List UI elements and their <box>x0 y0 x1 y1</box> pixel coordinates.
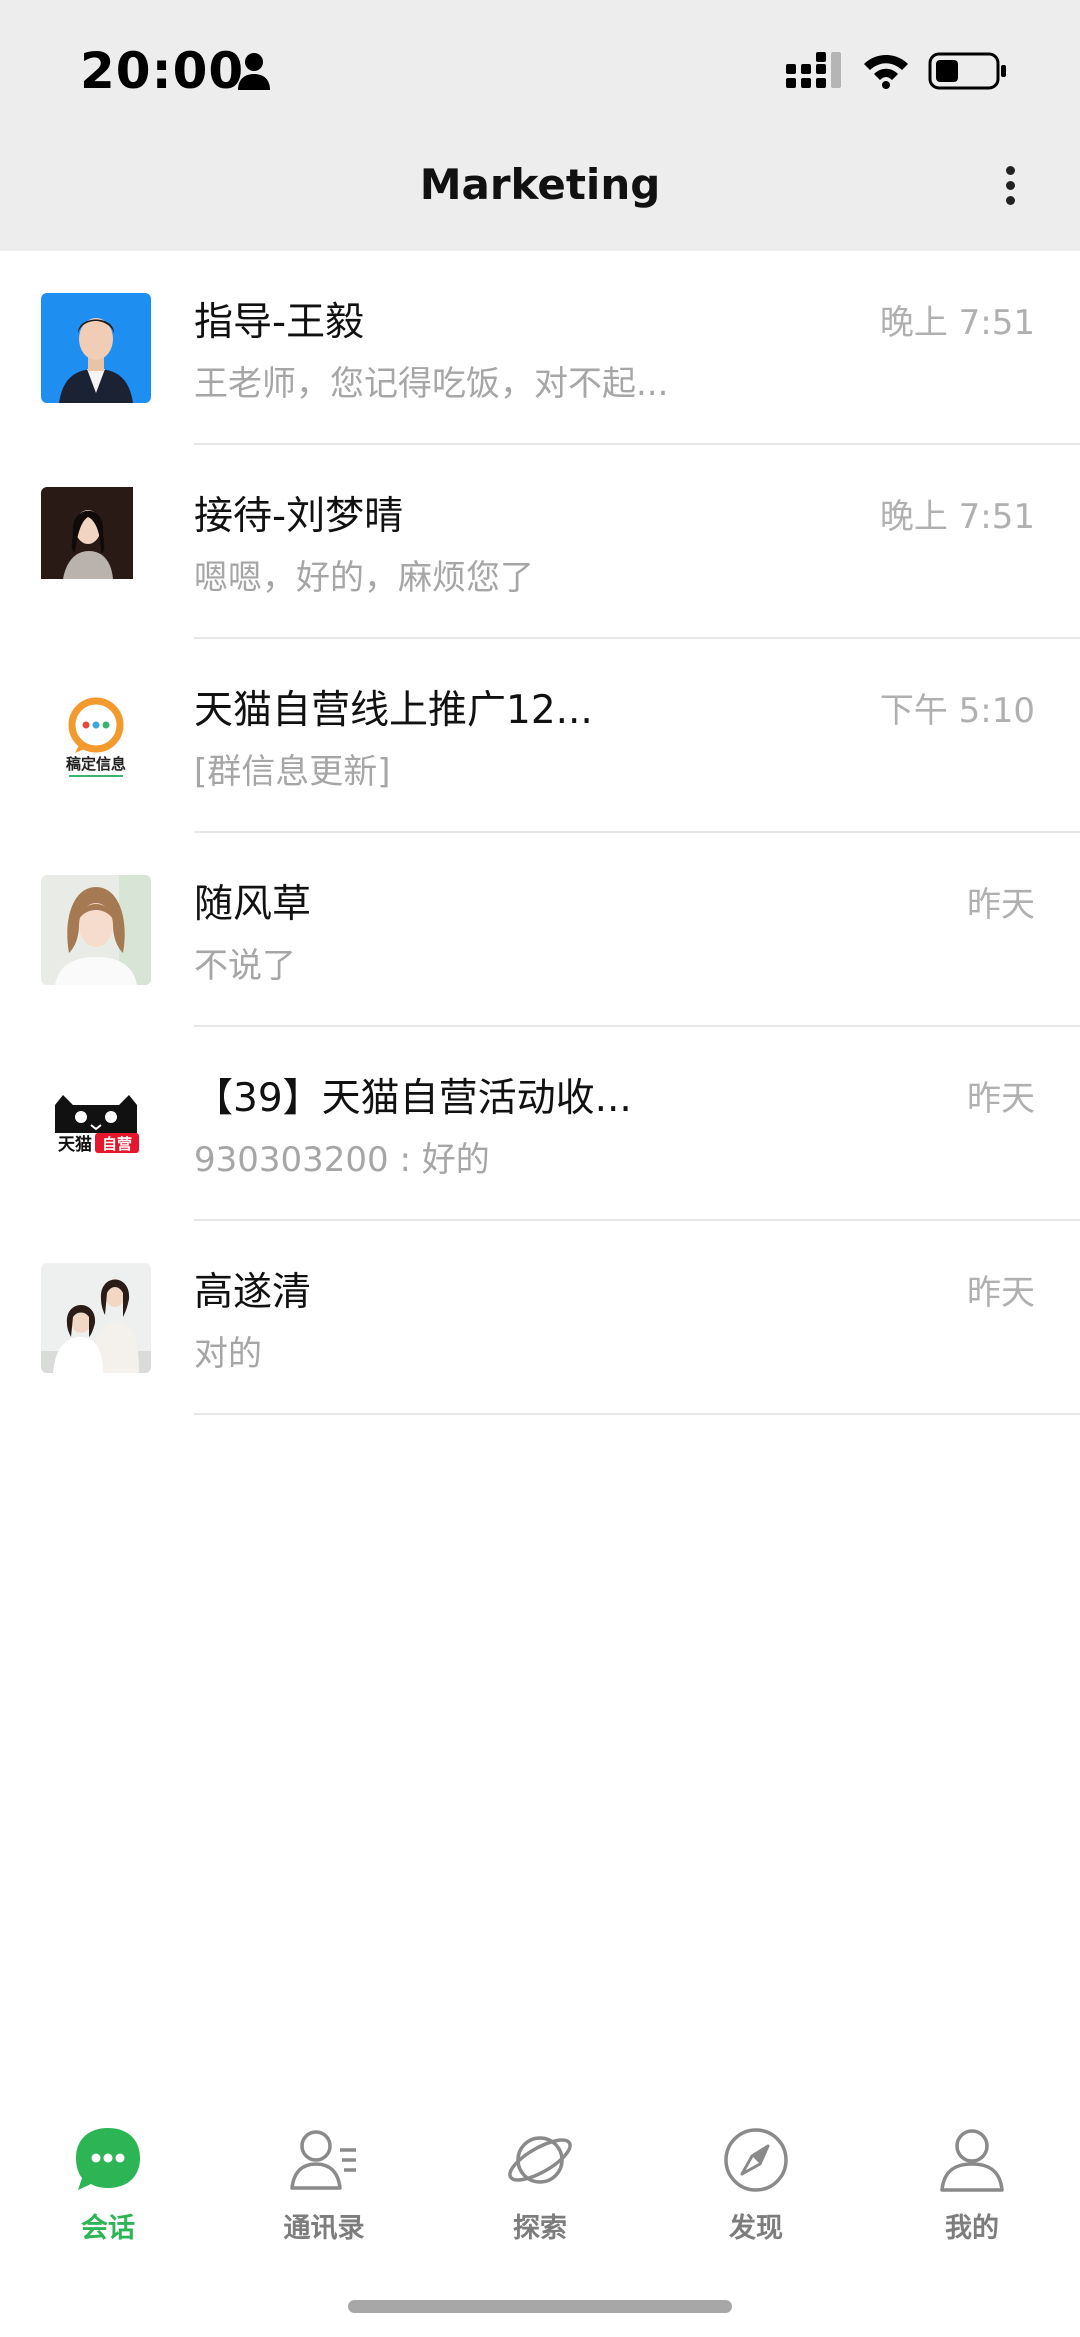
compass-icon <box>724 2128 788 2192</box>
group-logo-text: 稿定信息 <box>66 755 126 773</box>
contacts-icon <box>290 2130 356 2190</box>
chat-time: 昨天 <box>967 1273 1035 1313</box>
person-status-icon <box>238 53 270 90</box>
chat-time: 晚上 7:51 <box>879 497 1035 537</box>
group-logo-avatar[interactable]: 稿定信息 <box>41 681 151 791</box>
tmall-logo-text: 天猫 <box>58 1134 92 1155</box>
more-dot-icon <box>1005 166 1015 175</box>
chat-time: 晚上 7:51 <box>879 303 1035 343</box>
more-options-button[interactable] <box>990 160 1030 220</box>
wifi-icon <box>864 55 908 89</box>
chat-preview: 嗯嗯，好的，麻烦您了 <box>194 558 534 598</box>
person-dark-background-avatar[interactable] <box>41 487 151 597</box>
battery-icon <box>928 52 1006 90</box>
tab-explore[interactable]: 探索 <box>440 2100 640 2250</box>
tab-contacts[interactable]: 通讯录 <box>224 2100 424 2250</box>
row-divider <box>194 1413 1080 1415</box>
chat-name: 随风草 <box>194 882 312 927</box>
planet-icon <box>508 2136 572 2184</box>
tab-discover[interactable]: 发现 <box>656 2100 856 2250</box>
svg-text:自营: 自营 <box>102 1135 132 1153</box>
chat-name: 【39】天猫自营活动收... <box>194 1076 632 1121</box>
more-dot-icon <box>1005 181 1015 190</box>
chat-preview: 王老师，您记得吃饭，对不起... <box>194 364 669 404</box>
chat-time: 昨天 <box>967 1079 1035 1119</box>
chat-row[interactable]: 随风草 不说了 昨天 <box>0 833 1080 1027</box>
two-women-avatar[interactable] <box>41 1263 151 1373</box>
app-screen: 20:00 Marketing 指导-王毅 王老师，您记得吃饭，对不起... 晚… <box>0 0 1080 2337</box>
chat-name: 高遂清 <box>194 1270 312 1315</box>
person-blue-background-avatar[interactable] <box>41 293 151 403</box>
chat-row[interactable]: 天猫 自营 【39】天猫自营活动收... 930303200 : 好的 昨天 <box>0 1027 1080 1221</box>
tab-label: 探索 <box>513 2213 567 2244</box>
bottom-tab-bar: 会话 通讯录 探索 发现 我的 <box>0 2100 1080 2250</box>
profile-icon <box>940 2129 1004 2192</box>
tab-label: 发现 <box>729 2213 783 2244</box>
chat-list: 指导-王毅 王老师，您记得吃饭，对不起... 晚上 7:51 接待-刘梦晴 嗯嗯… <box>0 251 1080 1415</box>
tmall-logo-avatar[interactable]: 天猫 自营 <box>41 1069 151 1179</box>
page-title: Marketing <box>419 160 661 209</box>
status-time: 20:00 <box>80 42 245 100</box>
tab-label: 会话 <box>81 2213 135 2244</box>
chat-preview: 不说了 <box>194 946 296 986</box>
status-bar: 20:00 <box>0 0 1080 140</box>
tab-label: 通讯录 <box>283 2213 365 2244</box>
chat-row[interactable]: 高遂清 对的 昨天 <box>0 1221 1080 1415</box>
chat-name: 指导-王毅 <box>194 300 365 345</box>
chat-row[interactable]: 稿定信息 天猫自营线上推广12... [群信息更新] 下午 5:10 <box>0 639 1080 833</box>
chat-preview: [群信息更新] <box>194 752 391 792</box>
chat-bubble-icon <box>76 2128 140 2190</box>
tab-label: 我的 <box>945 2213 999 2244</box>
chat-time: 昨天 <box>967 885 1035 925</box>
tab-sessions[interactable]: 会话 <box>8 2100 208 2250</box>
chat-time: 下午 5:10 <box>879 691 1035 731</box>
more-dot-icon <box>1005 196 1015 205</box>
cellular-signal-icon <box>786 52 841 88</box>
chat-name: 接待-刘梦晴 <box>194 494 404 539</box>
woman-portrait-avatar[interactable] <box>41 875 151 985</box>
chat-preview: 930303200 : 好的 <box>194 1140 490 1180</box>
chat-name: 天猫自营线上推广12... <box>194 688 593 733</box>
chat-row[interactable]: 接待-刘梦晴 嗯嗯，好的，麻烦您了 晚上 7:51 <box>0 445 1080 639</box>
chat-preview: 对的 <box>194 1334 262 1374</box>
tab-me[interactable]: 我的 <box>872 2100 1072 2250</box>
home-indicator[interactable] <box>348 2300 732 2313</box>
chat-row[interactable]: 指导-王毅 王老师，您记得吃饭，对不起... 晚上 7:51 <box>0 251 1080 445</box>
top-area: 20:00 Marketing <box>0 0 1080 251</box>
